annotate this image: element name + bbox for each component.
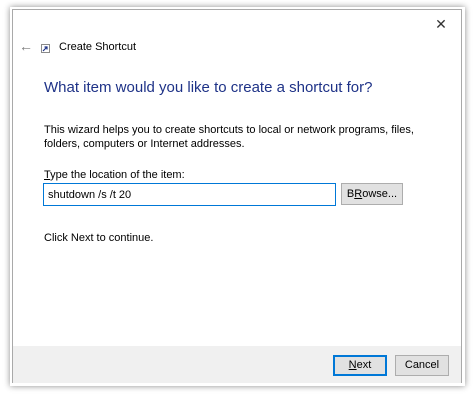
- close-icon[interactable]: ✕: [431, 14, 451, 34]
- location-label: Type the location of the item:: [44, 169, 185, 181]
- location-label-text: ype the location of the item:: [50, 169, 185, 181]
- browse-label-post: owse...: [362, 188, 398, 200]
- cancel-button[interactable]: Cancel: [395, 355, 449, 376]
- next-label-accelerator: N: [348, 359, 357, 371]
- page-heading: What item would you like to create a sho…: [44, 79, 373, 96]
- dialog-footer: Next Cancel: [13, 346, 461, 383]
- wizard-title: Create Shortcut: [59, 41, 137, 53]
- location-input[interactable]: [43, 183, 336, 206]
- create-shortcut-dialog: ✕ ← Create Shortcut What item would you …: [12, 9, 462, 383]
- back-arrow-icon[interactable]: ←: [17, 37, 35, 55]
- shortcut-icon: [41, 44, 50, 53]
- continue-instruction: Click Next to continue.: [44, 232, 154, 244]
- wizard-description: This wizard helps you to create shortcut…: [44, 124, 414, 150]
- next-label-text: ext: [356, 359, 372, 371]
- browse-button[interactable]: BRowse...: [341, 183, 403, 205]
- next-button[interactable]: Next: [333, 355, 387, 376]
